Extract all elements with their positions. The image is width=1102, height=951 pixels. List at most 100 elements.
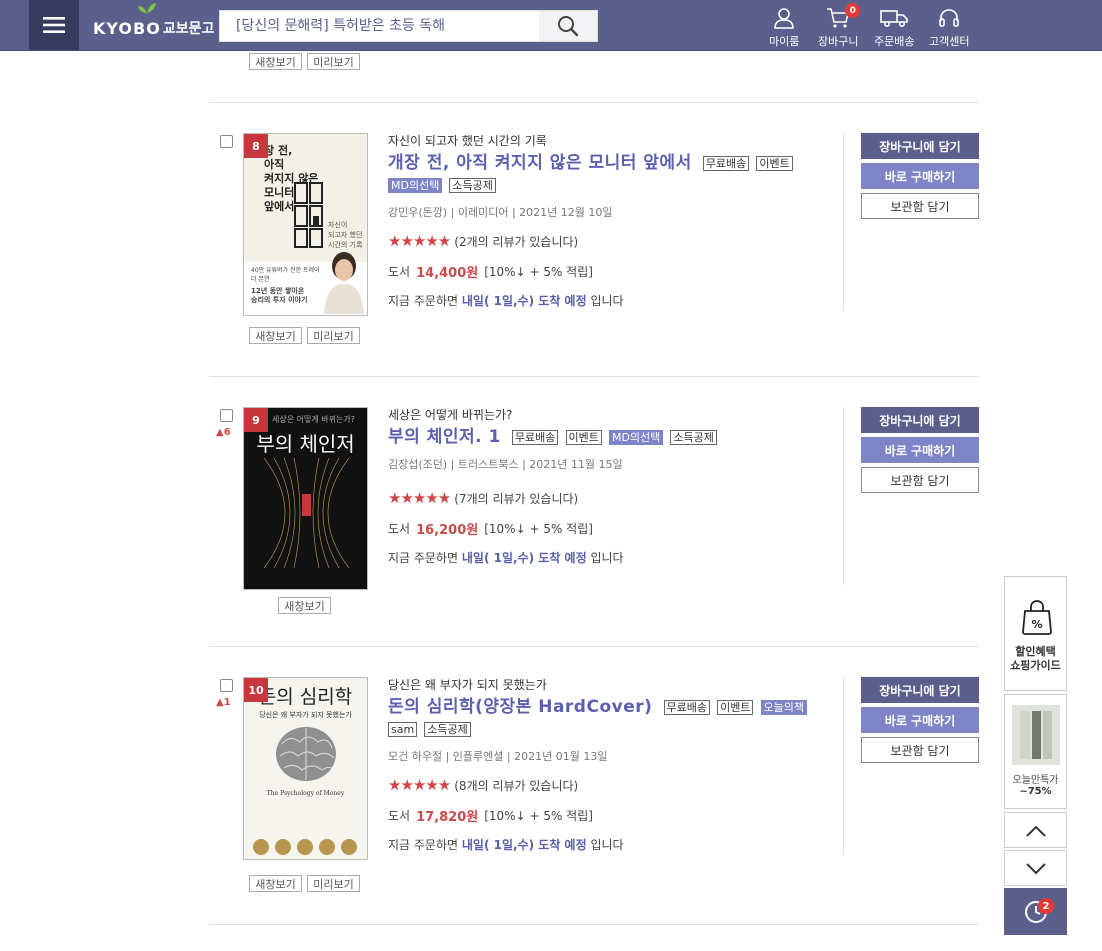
tag-md-choice: MD의선택 <box>388 178 443 193</box>
search-box <box>219 10 598 42</box>
tag-event: 이벤트 <box>565 430 602 445</box>
preview-button[interactable]: 미리보기 <box>307 327 360 344</box>
window-illustration <box>294 182 323 248</box>
author-photo <box>324 252 364 314</box>
prev-new-window-button[interactable]: 새창보기 <box>249 53 302 70</box>
cover-title: 부의 체인저 <box>256 432 355 456</box>
kyobo-logo[interactable]: KYOBO 교보문고 <box>93 3 214 42</box>
cart-count-badge: 0 <box>845 3 861 18</box>
rating-stars: ★★★★★ <box>388 232 451 250</box>
award-seals <box>253 839 357 855</box>
chevron-up-icon <box>1026 825 1046 837</box>
book-meta: 강민우(돈깡) | 이레미디어 | 2021년 12월 10일 <box>388 206 613 219</box>
truck-icon <box>880 10 909 28</box>
book-cover[interactable]: 10 돈의 심리학 당신은 왜 부자가 되지 못했는가 The Psycholo… <box>243 677 368 860</box>
save-to-wishlist-button[interactable]: 보관함 담기 <box>861 737 979 763</box>
book-meta: 모건 하우절 | 인플루엔셜 | 2021년 01월 13일 <box>388 750 608 763</box>
rating-stars: ★★★★★ <box>388 776 451 794</box>
book-title[interactable]: 부의 체인저. 1 <box>388 427 501 447</box>
top-header: KYOBO 교보문고 마이룸 <box>0 0 1102 51</box>
scroll-down-button[interactable] <box>1004 850 1067 886</box>
review-count[interactable]: (2개의 리뷰가 있습니다) <box>454 233 578 250</box>
tag-event: 이벤트 <box>756 156 793 171</box>
discount-guide-label-1: 할인혜택 <box>1015 645 1056 658</box>
select-checkbox[interactable] <box>220 409 233 422</box>
recent-view-button[interactable]: 2 <box>1004 888 1067 935</box>
today-deal-panel[interactable]: 오늘만특가 ~75% <box>1004 694 1067 809</box>
book-title[interactable]: 개장 전, 아직 켜지지 않은 모니터 앞에서 <box>388 153 692 173</box>
delivery-info: 지금 주문하면 내일( 1일,수) 도착 예정 입니다 <box>388 551 624 565</box>
discount-info: [10%↓ + 5% 적립] <box>484 264 593 279</box>
preview-button[interactable]: 미리보기 <box>307 875 360 892</box>
add-to-cart-button[interactable]: 장바구니에 담기 <box>861 133 979 159</box>
search-button[interactable] <box>539 11 597 41</box>
tag-tax-deduction: 소득공제 <box>424 722 471 737</box>
buy-now-button[interactable]: 바로 구매하기 <box>861 437 979 463</box>
new-window-button[interactable]: 새창보기 <box>278 597 331 614</box>
rank-change: ▲6 <box>216 427 231 438</box>
buy-now-button[interactable]: 바로 구매하기 <box>861 707 979 733</box>
discount-guide-panel[interactable]: % 할인혜택 쇼핑가이드 <box>1004 576 1067 691</box>
delivery-info: 지금 주문하면 내일( 1일,수) 도착 예정 입니다 <box>388 294 624 308</box>
rank-change: ▲1 <box>216 697 231 708</box>
search-input[interactable] <box>220 11 556 41</box>
shopping-bag-icon: % <box>1022 600 1052 635</box>
cover-en-title: The Psychology of Money <box>266 790 345 797</box>
rating-stars: ★★★★★ <box>388 489 451 507</box>
nav-cart[interactable]: 0 장바구니 <box>818 3 861 49</box>
book-cover[interactable]: 8 장 전, 아직 켜지지 않은 모니터 앞에서 자신이 되고자 했던 시간의 … <box>243 133 368 316</box>
tag-tax-deduction: 소득공제 <box>449 178 496 193</box>
nav-cart-label: 장바구니 <box>818 35 859 48</box>
book-cover[interactable]: 9 세상은 어떻게 바뀌는가? 부의 체인저 <box>243 407 368 590</box>
select-checkbox[interactable] <box>220 135 233 148</box>
nav-myroom-label: 마이룸 <box>769 35 800 48</box>
select-checkbox[interactable] <box>220 679 233 692</box>
prev-preview-button[interactable]: 미리보기 <box>307 53 360 70</box>
price-label: 도서 <box>388 264 411 279</box>
svg-text:%: % <box>1031 618 1042 631</box>
book-item-8: 8 장 전, 아직 켜지지 않은 모니터 앞에서 자신이 되고자 했던 시간의 … <box>209 133 979 407</box>
review-count[interactable]: (7개의 리뷰가 있습니다) <box>454 490 578 507</box>
book-subtitle: 자신이 되고자 했던 시간의 기록 <box>388 134 547 148</box>
vertical-divider <box>843 407 844 585</box>
new-window-button[interactable]: 새창보기 <box>249 327 302 344</box>
add-to-cart-button[interactable]: 장바구니에 담기 <box>861 407 979 433</box>
menu-button[interactable] <box>29 0 79 50</box>
leaf-icon <box>138 3 156 16</box>
nav-support[interactable]: 고객센터 <box>929 6 969 49</box>
save-to-wishlist-button[interactable]: 보관함 담기 <box>861 193 979 219</box>
tag-today-book: 오늘의책 <box>760 700 808 715</box>
tag-sam: sam <box>388 722 418 737</box>
price-label: 도서 <box>388 808 411 823</box>
review-count[interactable]: (8개의 리뷰가 있습니다) <box>454 777 578 794</box>
user-icon <box>774 8 794 29</box>
tag-md-choice: MD의선택 <box>608 430 664 445</box>
chevron-down-icon <box>1026 863 1046 875</box>
divider <box>209 924 979 925</box>
add-to-cart-button[interactable]: 장바구니에 담기 <box>861 677 979 703</box>
nav-myroom[interactable]: 마이룸 <box>769 6 799 49</box>
scroll-up-button[interactable] <box>1004 812 1067 848</box>
new-window-button[interactable]: 새창보기 <box>249 875 302 892</box>
buy-now-button[interactable]: 바로 구매하기 <box>861 163 979 189</box>
rank-badge: 10 <box>244 678 268 702</box>
divider <box>209 102 979 103</box>
book-item-9: ▲6 9 세상은 어떻게 바뀌는가? 부의 체인저 세상은 어떻게 바뀌는가? … <box>209 407 979 681</box>
today-deal-label: 오늘만특가 <box>1012 775 1059 786</box>
nav-support-label: 고객센터 <box>929 35 970 48</box>
save-to-wishlist-button[interactable]: 보관함 담기 <box>861 467 979 493</box>
discount-info: [10%↓ + 5% 적립] <box>484 521 593 536</box>
book-item-10: ▲1 10 돈의 심리학 당신은 왜 부자가 되지 못했는가 The Psych… <box>209 677 979 951</box>
price-label: 도서 <box>388 521 411 536</box>
tag-free-shipping: 무료배송 <box>511 430 559 445</box>
book-title[interactable]: 돈의 심리학(양장본 HardCover) <box>388 697 652 717</box>
nav-delivery-label: 주문배송 <box>874 35 915 48</box>
brain-illustration <box>276 727 336 781</box>
nav-delivery[interactable]: 주문배송 <box>874 6 914 49</box>
cover-tagline: 세상은 어떻게 바뀌는가? <box>272 415 355 424</box>
tag-free-shipping: 무료배송 <box>663 700 710 715</box>
rank-badge: 9 <box>244 408 268 432</box>
vertical-divider <box>843 133 844 311</box>
book-info: 자신이 되고자 했던 시간의 기록 개장 전, 아직 켜지지 않은 모니터 앞에… <box>388 133 828 310</box>
tag-tax-deduction: 소득공제 <box>670 430 717 445</box>
